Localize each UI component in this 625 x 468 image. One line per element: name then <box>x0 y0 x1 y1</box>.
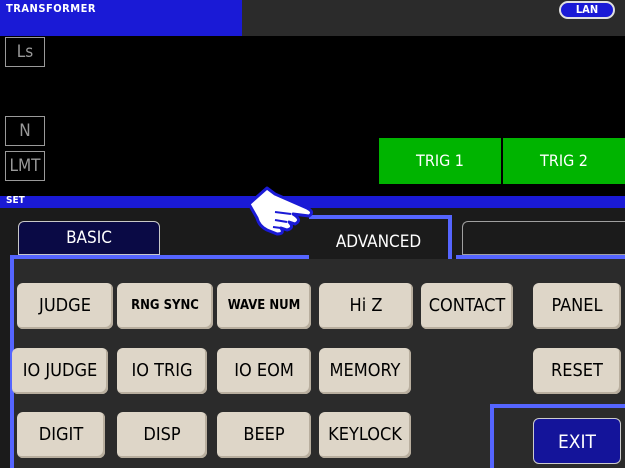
beep-button[interactable]: BEEP <box>217 412 311 458</box>
io-trig-button[interactable]: IO TRIG <box>117 348 207 394</box>
param-ls[interactable]: Ls <box>5 37 45 67</box>
hi-z-button[interactable]: Hi Z <box>319 283 413 329</box>
contact-button[interactable]: CONTACT <box>421 283 513 329</box>
param-n[interactable]: N <box>5 116 45 146</box>
digit-button[interactable]: DIGIT <box>17 412 105 458</box>
mode-title: TRANSFORMER <box>6 2 96 15</box>
exit-button[interactable]: EXIT <box>533 418 621 464</box>
panel-button[interactable]: PANEL <box>533 283 621 329</box>
trig-1-button[interactable]: TRIG 1 <box>379 138 501 184</box>
tab-basic[interactable]: BASIC <box>18 221 160 255</box>
reset-button[interactable]: RESET <box>533 348 621 394</box>
wave-num-button[interactable]: WAVE NUM <box>217 283 311 329</box>
trig-2-button[interactable]: TRIG 2 <box>503 138 625 184</box>
pointing-hand-icon <box>247 186 314 236</box>
tab-strip-filler <box>462 221 625 255</box>
tab-advanced[interactable]: ADVANCED <box>309 215 452 259</box>
io-eom-button[interactable]: IO EOM <box>217 348 311 394</box>
param-lmt[interactable]: LMT <box>5 151 45 181</box>
memory-button[interactable]: MEMORY <box>319 348 411 394</box>
keylock-button[interactable]: KEYLOCK <box>319 412 411 458</box>
judge-button[interactable]: JUDGE <box>17 283 113 329</box>
rng-sync-button[interactable]: RNG SYNC <box>117 283 213 329</box>
set-label: SET <box>6 195 25 206</box>
lan-indicator: LAN <box>559 1 615 19</box>
disp-button[interactable]: DISP <box>117 412 207 458</box>
io-judge-button[interactable]: IO JUDGE <box>12 348 108 394</box>
